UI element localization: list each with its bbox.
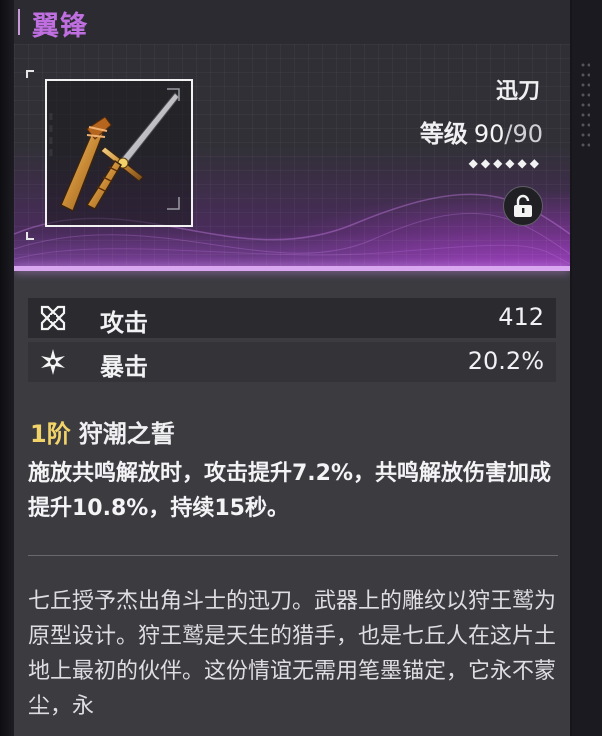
weapon-detail-card: 翼锋 ▮▮▮▮	[14, 0, 570, 736]
stat-label: 暴击	[100, 353, 148, 381]
level-current: 90	[473, 120, 505, 148]
title-bar: 翼锋	[14, 0, 570, 44]
left-panel-edge	[0, 0, 14, 736]
title-accent-mark	[18, 9, 20, 35]
level-max: 90	[512, 120, 543, 148]
stat-value: 412	[498, 303, 544, 331]
crit-star-icon	[41, 349, 65, 375]
passive-rank: 1阶	[30, 420, 71, 448]
frame-corner	[26, 70, 34, 78]
rarity-bar	[14, 266, 570, 271]
lock-button[interactable]	[503, 186, 543, 226]
passive-description: 施放共鸣解放时，攻击提升7.2%，共鸣解放伤害加成提升10.8%，持续15秒。	[28, 461, 552, 521]
lore-text: 七丘授予杰出角斗士的迅刀。武器上的雕纹以狩王鹫为原型设计。狩王鹫是天生的猎手，也…	[28, 589, 557, 719]
sword-icon	[60, 88, 180, 213]
level-row: 等级 90/90	[420, 114, 543, 149]
stat-label: 攻击	[100, 309, 148, 337]
frame-corner	[26, 232, 34, 240]
stat-row-attack: 攻击 412	[28, 298, 556, 338]
weapon-name: 翼锋	[32, 11, 88, 42]
weapon-type: 迅刀	[495, 79, 540, 104]
passive-name: 狩潮之誓	[78, 420, 175, 448]
weapon-icon-frame[interactable]	[45, 79, 193, 227]
scrollbar-track[interactable]	[572, 0, 602, 736]
section-divider	[28, 555, 558, 556]
grip-dots-icon	[580, 60, 590, 150]
crossed-swords-icon	[40, 305, 66, 331]
stat-value: 20.2%	[467, 347, 544, 375]
unlock-icon	[514, 194, 532, 217]
passive-title: 1阶 狩潮之誓	[30, 414, 175, 449]
stat-row-crit: 暴击 20.2%	[28, 342, 556, 382]
rank-diamonds-icon: ◆◆◆◆◆◆	[468, 156, 542, 170]
level-label: 等级	[419, 120, 468, 148]
